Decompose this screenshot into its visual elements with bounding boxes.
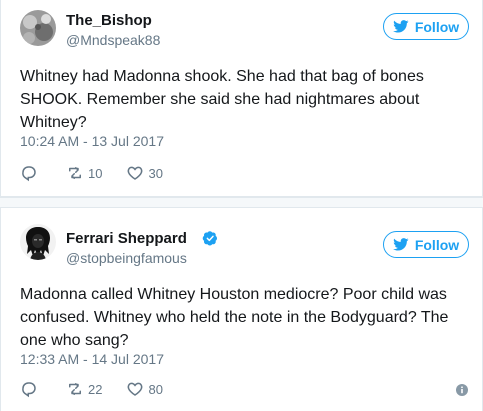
tweet-timestamp[interactable]: 12:33 AM - 14 Jul 2017 xyxy=(20,351,164,367)
heart-icon xyxy=(128,382,143,396)
tweet-text: Madonna called Whitney Houston mediocre?… xyxy=(20,286,449,349)
reply-icon xyxy=(22,382,36,398)
user-handle[interactable]: @Mndspeak88 xyxy=(66,32,160,48)
twitter-bird-icon xyxy=(392,20,409,33)
reply-button[interactable] xyxy=(20,380,42,398)
reply-button[interactable] xyxy=(20,164,42,182)
retweet-icon xyxy=(69,167,81,179)
heart-icon xyxy=(128,166,143,180)
display-name[interactable]: The_Bishop xyxy=(66,12,152,29)
follow-label: Follow xyxy=(414,18,460,35)
reply-icon xyxy=(22,166,36,182)
retweet-button[interactable]: 10 xyxy=(66,164,102,182)
like-count: 80 xyxy=(148,381,163,397)
info-icon[interactable] xyxy=(456,384,468,396)
tweet-card: The_Bishop @Mndspeak88 Follow Whitney ha… xyxy=(0,0,483,197)
avatar[interactable] xyxy=(20,224,56,260)
tweet-text: Whitney had Madonna shook. She had that … xyxy=(20,68,424,131)
follow-label: Follow xyxy=(414,236,460,253)
tweet-actions: 22 80 xyxy=(20,380,187,398)
follow-button[interactable]: Follow xyxy=(383,231,469,258)
tweet-separator xyxy=(0,197,483,208)
retweet-count: 22 xyxy=(88,381,103,397)
tweet-actions: 10 30 xyxy=(20,164,187,182)
retweet-icon xyxy=(69,383,81,395)
like-button[interactable]: 30 xyxy=(126,164,163,182)
display-name[interactable]: Ferrari Sheppard xyxy=(66,230,187,247)
like-button[interactable]: 80 xyxy=(126,380,163,398)
retweet-button[interactable]: 22 xyxy=(66,380,102,398)
avatar[interactable] xyxy=(20,10,56,46)
like-count: 30 xyxy=(148,165,163,181)
verified-badge-icon xyxy=(202,231,217,246)
dreadlocks-portrait-avatar-icon xyxy=(20,224,56,260)
retweet-count: 10 xyxy=(88,165,103,181)
grey-textured-avatar-icon xyxy=(20,10,56,46)
user-handle[interactable]: @stopbeingfamous xyxy=(66,250,187,266)
twitter-bird-icon xyxy=(392,238,409,251)
tweet-timestamp[interactable]: 10:24 AM - 13 Jul 2017 xyxy=(20,133,164,149)
follow-button[interactable]: Follow xyxy=(383,13,469,40)
tweet-card: Ferrari Sheppard @stopbeingfamous Follow… xyxy=(0,208,483,411)
